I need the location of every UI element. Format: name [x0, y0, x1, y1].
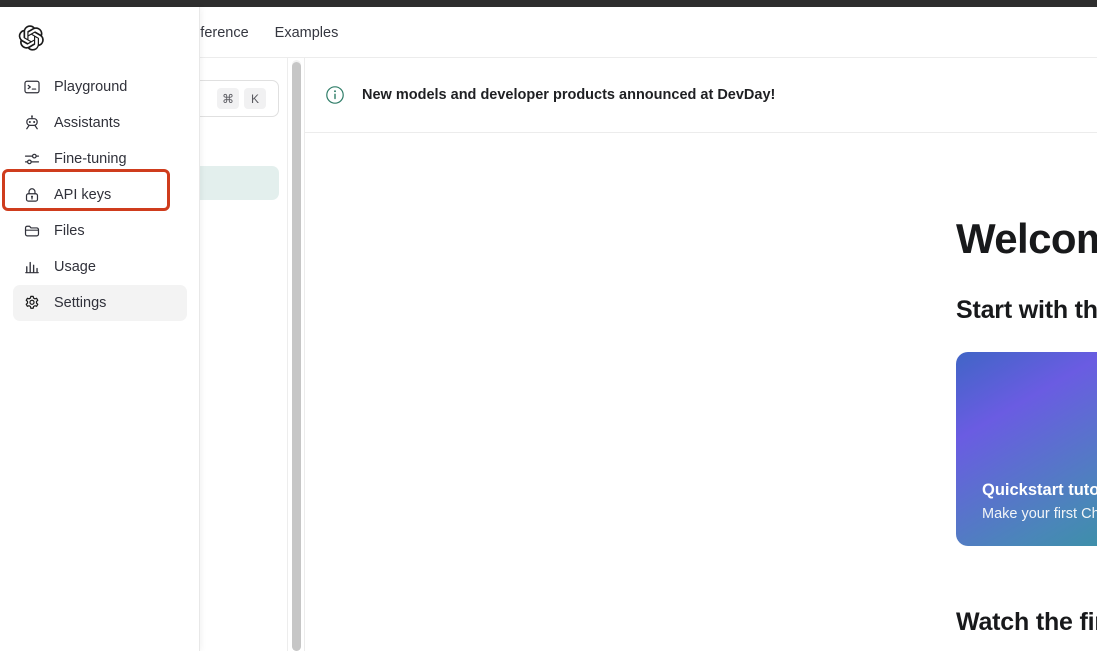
sidebar-item-files[interactable]: Files [13, 213, 187, 249]
scrollbar-thumb[interactable] [292, 62, 301, 651]
sidebar-item-fine-tuning[interactable]: Fine-tuning [13, 141, 187, 177]
app-root: API reference Examples ⌘ K New models an… [0, 0, 1097, 651]
section-heading-watch: Watch the firs [956, 608, 1097, 637]
card-text-block: Quickstart tutori Make your first Cha [982, 481, 1097, 522]
bar-chart-icon [23, 258, 41, 276]
sidebar-item-label: Assistants [54, 115, 120, 131]
lock-icon [23, 186, 41, 204]
robot-icon [23, 114, 41, 132]
info-circle-icon [325, 85, 345, 105]
shortcut-key-k: K [244, 88, 266, 109]
sidebar-nav: Playground Assistants [0, 69, 200, 321]
shortcut-command-icon: ⌘ [217, 88, 239, 109]
banner-text: New models and developer products announ… [362, 87, 775, 103]
sidebar-item-assistants[interactable]: Assistants [13, 105, 187, 141]
openai-logo-icon[interactable] [13, 20, 49, 56]
sidebar-item-label: Settings [54, 295, 106, 311]
terminal-icon [23, 78, 41, 96]
quickstart-tutorial-card[interactable]: Quickstart tutori Make your first Cha [956, 352, 1097, 546]
gear-icon [23, 294, 41, 312]
sidebar: Playground Assistants [0, 7, 200, 651]
main-content: Welcome Start with the Quickstart tutori… [305, 133, 1097, 651]
sidebar-item-usage[interactable]: Usage [13, 249, 187, 285]
folder-icon [23, 222, 41, 240]
sidebar-item-label: Fine-tuning [54, 151, 127, 167]
sidebar-item-label: Files [54, 223, 85, 239]
window-top-strip [0, 0, 1097, 7]
nav-examples[interactable]: Examples [275, 25, 339, 41]
sidebar-item-label: Playground [54, 79, 127, 95]
sidebar-item-label: Usage [54, 259, 96, 275]
sliders-icon [23, 150, 41, 168]
card-subtitle: Make your first Cha [982, 506, 1097, 522]
sidebar-item-api-keys[interactable]: API keys [13, 177, 187, 213]
sidebar-item-settings[interactable]: Settings [13, 285, 187, 321]
sidebar-item-playground[interactable]: Playground [13, 69, 187, 105]
section-heading-quickstart: Start with the [956, 296, 1097, 325]
page-title: Welcome [956, 215, 1097, 263]
sidebar-item-label: API keys [54, 187, 111, 203]
announcement-banner[interactable]: New models and developer products announ… [305, 58, 1097, 133]
card-title: Quickstart tutori [982, 481, 1097, 500]
